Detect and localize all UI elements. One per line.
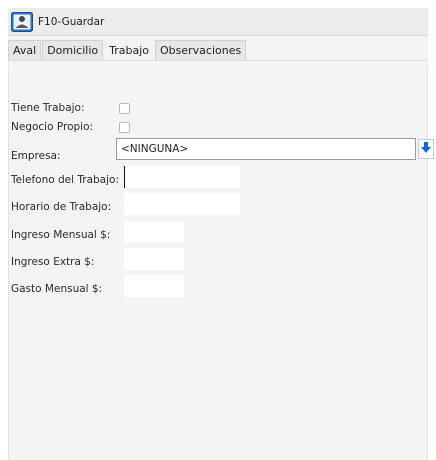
save-person-icon	[11, 12, 33, 32]
toolbar: F10-Guardar	[8, 8, 428, 36]
form-window: F10-Guardar Aval Domicilio Trabajo Obser…	[8, 8, 434, 460]
tab-trabajo[interactable]: Trabajo	[104, 40, 154, 60]
negocio-propio-checkbox[interactable]	[119, 122, 130, 133]
save-button-label: F10-Guardar	[38, 16, 105, 28]
empresa-select[interactable]: <NINGUNA>	[116, 138, 416, 160]
telefono-input[interactable]	[124, 166, 240, 188]
gasto-mensual-input[interactable]	[124, 275, 184, 297]
tab-aval[interactable]: Aval	[8, 40, 42, 60]
ingreso-extra-input[interactable]	[124, 248, 184, 270]
save-button[interactable]: F10-Guardar	[11, 11, 104, 33]
arrow-down-icon	[421, 141, 431, 157]
empresa-dropdown-button[interactable]	[418, 139, 434, 159]
telefono-label: Telefono del Trabajo:	[11, 174, 119, 186]
gasto-mensual-label: Gasto Mensual $:	[11, 283, 103, 295]
empresa-label: Empresa:	[11, 150, 61, 162]
tab-bar: Aval Domicilio Trabajo Observaciones	[8, 40, 247, 60]
tab-domicilio[interactable]: Domicilio	[42, 40, 104, 60]
horario-input[interactable]	[124, 193, 240, 215]
negocio-propio-label: Negocio Propio:	[11, 121, 94, 133]
ingreso-mensual-label: Ingreso Mensual $:	[11, 229, 111, 241]
ingreso-mensual-input[interactable]	[124, 221, 184, 243]
horario-label: Horario de Trabajo:	[11, 201, 112, 213]
ingreso-extra-label: Ingreso Extra $:	[11, 256, 95, 268]
tab-observaciones[interactable]: Observaciones	[154, 40, 247, 60]
tiene-trabajo-label: Tiene Trabajo:	[11, 102, 85, 114]
tiene-trabajo-checkbox[interactable]	[119, 103, 130, 114]
empresa-value: <NINGUNA>	[121, 143, 189, 155]
